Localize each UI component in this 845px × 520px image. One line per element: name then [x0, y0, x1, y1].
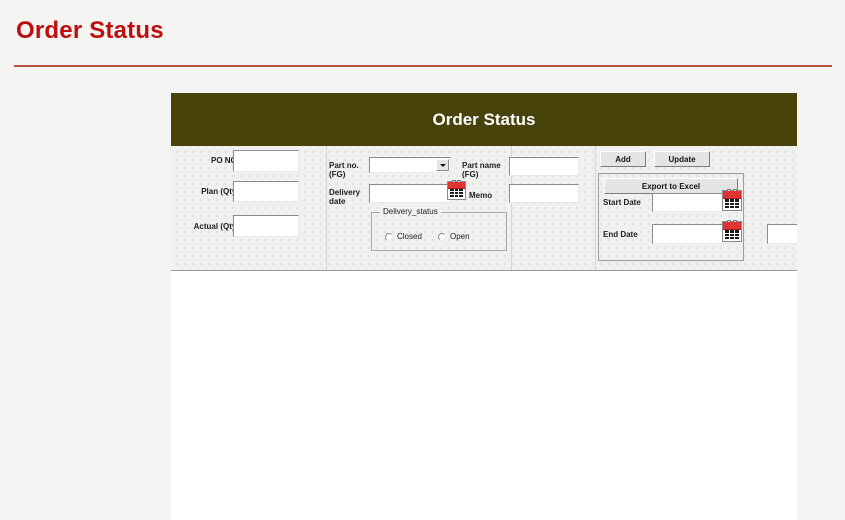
export-to-excel-button[interactable]: Export to Excel [604, 178, 738, 194]
po-no-input[interactable] [233, 150, 299, 172]
canvas-divider-3 [595, 146, 596, 270]
part-no-combobox[interactable] [369, 157, 451, 173]
canvas-divider-1 [326, 146, 327, 270]
start-date-input[interactable] [652, 193, 724, 212]
radio-open-dot[interactable] [438, 232, 446, 241]
plan-qty-label: Plan (Qty) [201, 187, 239, 196]
page-title: Order Status [16, 17, 164, 44]
memo-input[interactable] [509, 184, 579, 203]
end-date-input[interactable] [652, 224, 724, 244]
window-title-text: Order Status [432, 109, 536, 129]
radio-open[interactable]: Open [438, 232, 470, 241]
results-work-area [171, 271, 797, 520]
delivery-status-legend: Delivery_status [380, 207, 441, 216]
delivery-date-label: Delivery date [329, 188, 361, 206]
update-button[interactable]: Update [654, 151, 710, 167]
form-canvas: PO NO. Plan (Qty) Actual (Qty) Part no. … [171, 146, 797, 271]
calendar-icon[interactable] [722, 189, 742, 211]
plan-qty-input[interactable] [233, 181, 299, 202]
radio-closed-dot[interactable] [385, 232, 393, 241]
radio-open-label: Open [450, 232, 470, 241]
start-date-label: Start Date [603, 198, 641, 207]
end-date-label: End Date [603, 230, 638, 239]
part-name-label: Part name (FG) [462, 161, 501, 179]
extra-field-input[interactable] [767, 224, 797, 244]
actual-qty-label: Actual (Qty) [193, 222, 239, 231]
calendar-icon[interactable] [447, 180, 466, 200]
chevron-down-icon[interactable] [436, 159, 449, 171]
actual-qty-input[interactable] [233, 215, 299, 237]
radio-closed[interactable]: Closed [385, 232, 422, 241]
delivery-date-input[interactable] [369, 184, 451, 203]
part-name-input[interactable] [509, 157, 579, 176]
memo-label: Memo [469, 191, 493, 200]
page-title-divider [14, 65, 832, 67]
po-no-label: PO NO. [210, 156, 239, 165]
screen: Order Status Order Status PO NO. Plan (Q… [0, 0, 845, 520]
radio-closed-label: Closed [397, 232, 422, 241]
calendar-icon[interactable] [722, 220, 742, 242]
window-titlebar: Order Status [171, 93, 797, 146]
order-status-window: Order Status PO NO. Plan (Qty) Actual (Q… [171, 93, 797, 520]
part-no-label: Part no. (FG) [329, 161, 359, 179]
add-button[interactable]: Add [600, 151, 646, 167]
